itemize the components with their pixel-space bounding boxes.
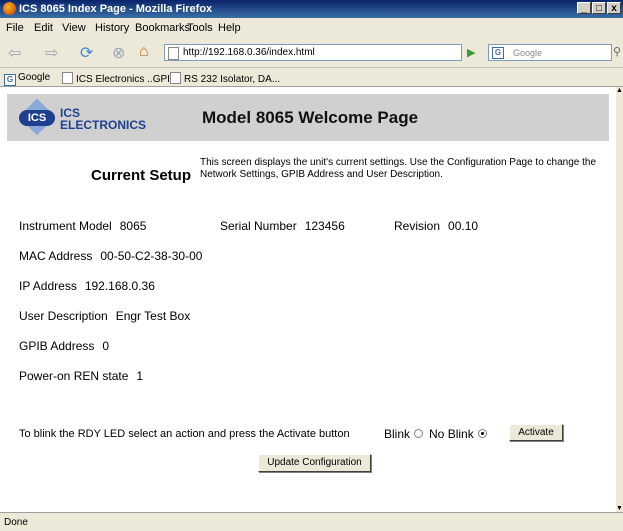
- activate-button[interactable]: Activate: [509, 424, 563, 441]
- menu-help[interactable]: Help: [218, 22, 241, 34]
- page-content: ICS ICS ELECTRONICS Model 8065 Welcome P…: [0, 87, 616, 512]
- home-icon[interactable]: ⌂: [139, 43, 149, 61]
- page-title: Model 8065 Welcome Page: [202, 108, 419, 127]
- ics-logo: ICS: [17, 98, 57, 138]
- header-banner: ICS ICS ELECTRONICS Model 8065 Welcome P…: [7, 94, 609, 141]
- user-description-row: User Description Engr Test Box: [19, 309, 191, 323]
- revision-row: Revision 00.10: [394, 219, 479, 233]
- menu-view[interactable]: View: [62, 22, 86, 34]
- update-configuration-button[interactable]: Update Configuration: [258, 454, 371, 472]
- bookmarks-toolbar: G Google ICS Electronics ..GPI... RS 232 …: [0, 67, 623, 87]
- menu-bookmarks[interactable]: Bookmarks: [135, 22, 190, 34]
- firefox-icon: [3, 2, 16, 15]
- no-blink-label: No Blink: [429, 427, 474, 441]
- power-on-ren-row: Power-on REN state 1: [19, 369, 144, 383]
- window-title: ICS 8065 Index Page - Mozilla Firefox: [19, 3, 213, 15]
- bookmark-ics-electronics[interactable]: ICS Electronics ..GPI...: [62, 72, 178, 85]
- google-icon: G: [4, 74, 16, 86]
- minimize-button[interactable]: _: [577, 2, 591, 14]
- menu-bar: File Edit View History Bookmarks Tools H…: [0, 18, 623, 37]
- back-icon[interactable]: ⇦: [8, 43, 21, 63]
- menu-edit[interactable]: Edit: [34, 22, 53, 34]
- bookmark-rs232-isolator[interactable]: RS 232 Isolator, DA...: [170, 72, 280, 85]
- maximize-button[interactable]: □: [592, 2, 606, 14]
- window-titlebar: ICS 8065 Index Page - Mozilla Firefox _ …: [0, 0, 623, 18]
- current-setup-heading: Current Setup: [91, 167, 192, 184]
- setup-description: This screen displays the unit's current …: [200, 157, 597, 180]
- search-icon[interactable]: ⚲: [613, 45, 621, 58]
- menu-file[interactable]: File: [6, 22, 24, 34]
- instrument-model-row: Instrument Model 8065: [19, 219, 147, 233]
- close-button[interactable]: x: [607, 2, 621, 14]
- serial-number-row: Serial Number 123456: [220, 219, 345, 233]
- search-placeholder: Google: [513, 48, 543, 58]
- stop-icon[interactable]: ⊗: [112, 43, 125, 63]
- forward-icon[interactable]: ⇨: [45, 43, 58, 63]
- go-icon[interactable]: ▶: [467, 46, 475, 59]
- google-icon: G: [492, 47, 504, 59]
- scroll-down-icon[interactable]: ▼: [616, 505, 623, 512]
- nav-toolbar: ⇦ ⇨ ⟳ ⊗ ⌂ http://192.168.0.36/index.html…: [0, 37, 623, 67]
- reload-icon[interactable]: ⟳: [80, 43, 93, 63]
- mac-address-row: MAC Address 00-50-C2-38-30-00: [19, 249, 203, 263]
- page-icon: [170, 72, 181, 84]
- bookmark-google[interactable]: G Google: [4, 72, 50, 86]
- brand-name: ICS ELECTRONICS: [60, 106, 147, 132]
- menu-history[interactable]: History: [95, 22, 129, 34]
- vertical-scrollbar[interactable]: ▲ ▼: [616, 87, 623, 512]
- page-icon: [168, 47, 179, 60]
- blink-options: Blink No Blink: [384, 427, 493, 441]
- scroll-up-icon[interactable]: ▲: [616, 87, 623, 94]
- search-input[interactable]: G Google: [488, 44, 612, 61]
- address-bar[interactable]: http://192.168.0.36/index.html: [164, 44, 462, 61]
- no-blink-radio[interactable]: [477, 429, 487, 438]
- status-bar: Done: [0, 512, 623, 531]
- ip-address-row: IP Address 192.168.0.36: [19, 279, 155, 293]
- address-text: http://192.168.0.36/index.html: [183, 47, 315, 58]
- blink-radio[interactable]: [414, 429, 424, 438]
- status-text: Done: [4, 517, 28, 528]
- gpib-address-row: GPIB Address 0: [19, 339, 110, 353]
- blink-instruction: To blink the RDY LED select an action an…: [19, 428, 350, 440]
- blink-label: Blink: [384, 427, 411, 441]
- page-icon: [62, 72, 73, 84]
- menu-tools[interactable]: Tools: [187, 22, 213, 34]
